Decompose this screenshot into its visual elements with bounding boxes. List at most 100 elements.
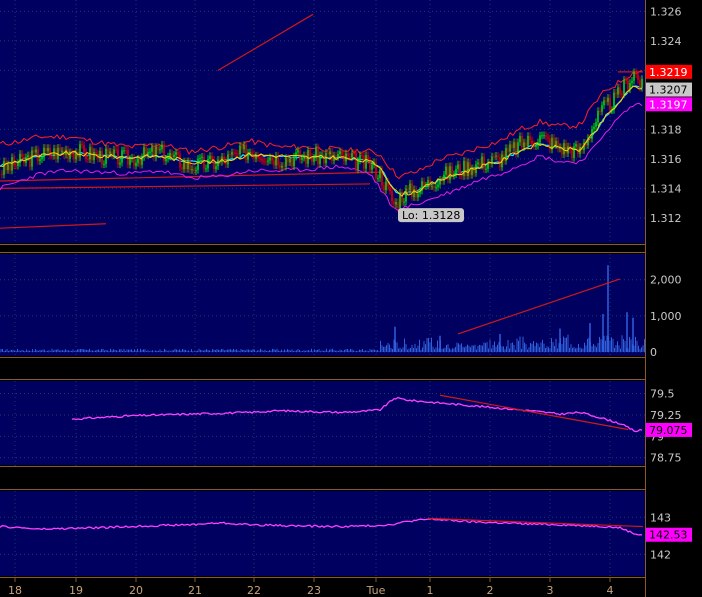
candle-body — [359, 155, 361, 161]
y-tick-label: 1.312 — [650, 212, 682, 225]
candle-body — [273, 160, 275, 166]
candle-body — [557, 140, 559, 149]
candle-body — [37, 149, 39, 162]
candle-body — [113, 149, 115, 156]
candle-body — [161, 144, 163, 150]
candle-body — [635, 72, 637, 75]
candle-body — [313, 157, 315, 162]
candle-body — [183, 161, 185, 170]
candle-body — [201, 156, 203, 158]
candle-body — [401, 192, 403, 203]
candle-body — [355, 153, 357, 170]
y-tick-label: 2,000 — [650, 274, 682, 287]
candle-body — [217, 159, 219, 167]
candle-body — [227, 154, 229, 165]
candle-body — [437, 184, 439, 187]
candle-body — [299, 150, 301, 160]
candle-body — [495, 155, 497, 157]
candle-body — [545, 135, 547, 137]
price-panel-bg — [0, 0, 645, 243]
candle-body — [543, 135, 545, 137]
candle-body — [565, 143, 567, 154]
x-tick-label: 20 — [129, 584, 143, 597]
candle-body — [531, 140, 533, 145]
candle-body — [159, 149, 161, 151]
candle-body — [465, 160, 467, 176]
candle-body — [601, 105, 603, 112]
candle-body — [351, 153, 353, 158]
y-tick-label: 1.314 — [650, 182, 682, 195]
candle-body — [357, 160, 359, 170]
candle-body — [361, 155, 363, 157]
candle-body — [137, 158, 139, 163]
candle-body — [631, 80, 633, 83]
candle-body — [385, 181, 387, 191]
candle-body — [263, 160, 265, 162]
x-tick-label: 19 — [69, 584, 83, 597]
candle-body — [573, 146, 575, 159]
candle-body — [519, 136, 521, 143]
candle-body — [27, 155, 29, 158]
candle-body — [191, 169, 193, 171]
candle-body — [511, 144, 513, 149]
candle-body — [83, 145, 85, 152]
candle-body — [471, 168, 473, 176]
candle-body — [593, 126, 595, 130]
candle-body — [477, 162, 479, 165]
candle-body — [461, 175, 463, 177]
candle-body — [281, 165, 283, 168]
candle-body — [95, 151, 97, 154]
candle-body — [203, 156, 205, 169]
candle-body — [535, 145, 537, 147]
candle-body — [209, 155, 211, 159]
y-tick-label: 0 — [650, 346, 657, 359]
candle-body — [271, 157, 273, 161]
candle-body — [291, 158, 293, 167]
candle-body — [389, 186, 391, 192]
candle-body — [181, 167, 183, 170]
price-axis-label: 1.3207 — [649, 84, 688, 97]
candle-body — [293, 156, 295, 167]
candle-body — [265, 161, 267, 163]
candle-body — [395, 202, 397, 205]
candle-body — [411, 183, 413, 198]
candle-body — [123, 150, 125, 152]
candle-body — [553, 137, 555, 146]
price-axis-label: 1.3219 — [649, 66, 688, 79]
candle-body — [171, 153, 173, 158]
candle-body — [467, 162, 469, 176]
y-tick-label: 1,000 — [650, 310, 682, 323]
candle-body — [575, 144, 577, 147]
candle-body — [7, 164, 9, 171]
chart-window: 1.3261.3241.3221.3181.3161.3141.3122,000… — [0, 0, 702, 597]
candle-body — [269, 157, 271, 161]
candle-body — [341, 151, 343, 156]
candle-body — [639, 79, 641, 88]
candle-body — [323, 154, 325, 164]
candle-body — [309, 150, 311, 157]
candle-body — [245, 144, 247, 160]
candle-body — [417, 193, 419, 198]
candle-body — [207, 158, 209, 169]
candle-body — [223, 156, 225, 161]
candle-body — [637, 74, 639, 80]
candle-body — [93, 151, 95, 161]
candle-body — [115, 149, 117, 151]
candle-body — [403, 201, 405, 203]
candle-body — [287, 157, 289, 163]
candle-body — [59, 147, 61, 152]
candle-body — [125, 150, 127, 152]
candle-body — [407, 188, 409, 191]
candle-body — [627, 80, 629, 90]
y-tick-label: 79.25 — [650, 409, 682, 422]
candle-body — [31, 150, 33, 167]
candle-body — [525, 142, 527, 146]
volume-panel-bg — [0, 254, 645, 356]
candle-body — [279, 165, 281, 168]
candle-body — [393, 201, 395, 205]
candle-body — [135, 162, 137, 166]
candle-body — [165, 158, 167, 162]
candle-body — [603, 100, 605, 106]
multi-panel-chart[interactable]: 1.3261.3241.3221.3181.3161.3141.3122,000… — [0, 0, 702, 597]
candle-body — [73, 153, 75, 160]
